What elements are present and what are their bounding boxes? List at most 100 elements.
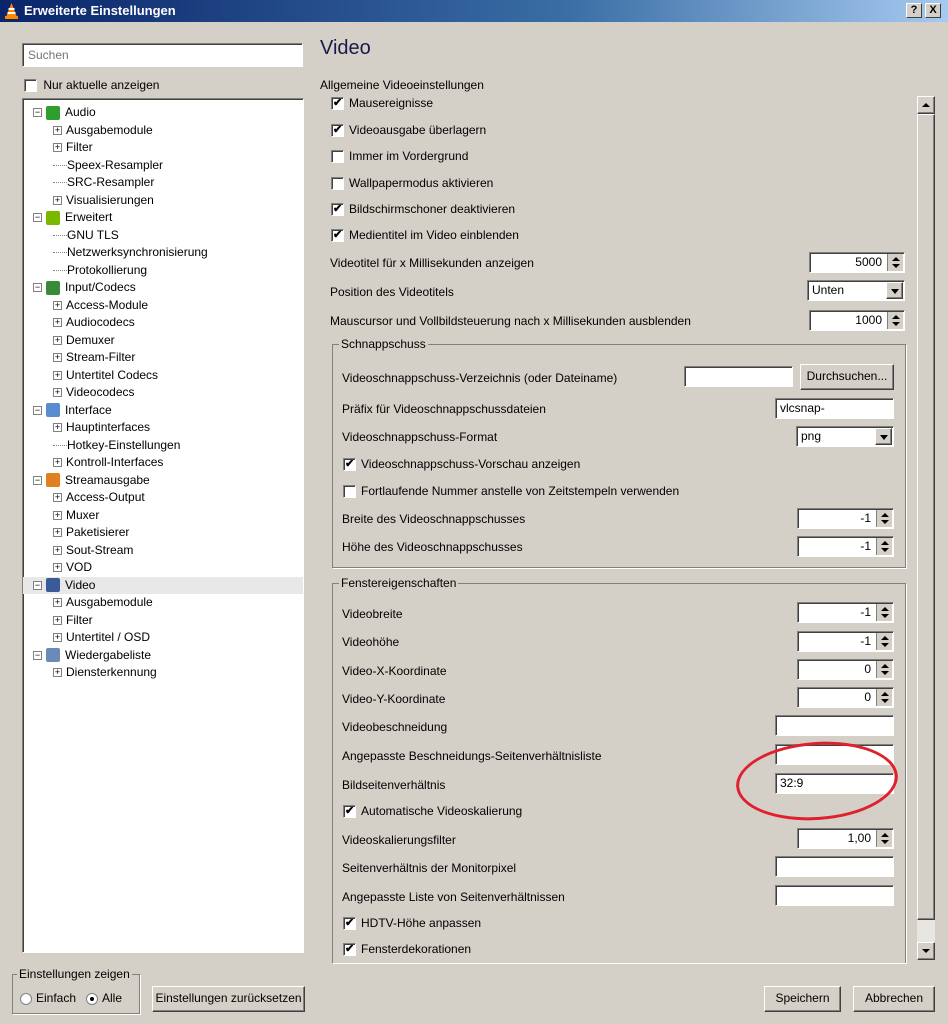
tree-item[interactable]: − Streamausgabe (23, 472, 303, 489)
scrollbar-thumb[interactable] (917, 114, 935, 920)
tree-item[interactable]: Protokollierung (23, 262, 303, 279)
mode-simple-option[interactable]: Einfach (20, 991, 76, 1005)
tree-item[interactable]: + Ausgabemodule (23, 122, 303, 139)
expand-icon[interactable]: + (53, 143, 62, 153)
tree-item[interactable]: SRC-Resampler (23, 174, 303, 191)
mode-all-option[interactable]: Alle (86, 991, 122, 1005)
tree-item[interactable]: + Kontroll-Interfaces (23, 454, 303, 471)
snapshot-prefix-input[interactable]: vlcsnap- (775, 398, 894, 419)
snapshot-width-spinbox[interactable]: -1 (797, 508, 894, 529)
snapshot-format-select[interactable]: png (796, 426, 894, 447)
tree-item[interactable]: + Demuxer (23, 332, 303, 349)
scroll-down-button[interactable] (917, 942, 935, 960)
expand-icon[interactable]: + (53, 388, 62, 398)
mode-all-radio[interactable] (86, 992, 98, 1005)
save-button[interactable]: Speichern (764, 986, 841, 1012)
search-input[interactable] (22, 43, 303, 67)
snapshot-sequential-option[interactable]: Fortlaufende Nummer anstelle von Zeitste… (343, 484, 679, 499)
title-pos-select[interactable]: Unten (807, 280, 905, 301)
expand-icon[interactable]: + (53, 423, 62, 433)
tree-item[interactable]: + Access-Module (23, 297, 303, 314)
autoscale-option[interactable]: Automatische Videoskalierung (343, 804, 522, 819)
tree-item[interactable]: + Visualisierungen (23, 192, 303, 209)
snapshot-sequential-checkbox[interactable] (343, 485, 356, 499)
snapshot-dir-input[interactable] (684, 366, 793, 387)
only-current-checkbox[interactable] (24, 79, 37, 93)
collapse-icon[interactable]: − (33, 580, 42, 590)
general-option-checkbox[interactable] (331, 203, 344, 217)
spin-arrows-icon[interactable] (876, 830, 892, 847)
chevron-down-icon[interactable] (875, 428, 892, 445)
general-option[interactable]: Medientitel im Video einblenden (331, 228, 519, 243)
browse-button[interactable]: Durchsuchen... (800, 364, 894, 390)
video-width-spinbox[interactable]: -1 (797, 602, 894, 623)
collapse-icon[interactable]: − (33, 650, 42, 660)
tree-item[interactable]: + VOD (23, 559, 303, 576)
scroll-up-button[interactable] (917, 96, 935, 114)
spin-arrows-icon[interactable] (876, 538, 892, 555)
general-option-checkbox[interactable] (331, 229, 344, 243)
spin-arrows-icon[interactable] (876, 604, 892, 621)
crop-input[interactable] (775, 715, 894, 736)
expand-icon[interactable]: + (53, 195, 62, 205)
expand-icon[interactable]: + (53, 370, 62, 380)
expand-icon[interactable]: + (53, 125, 62, 135)
collapse-icon[interactable]: − (33, 213, 42, 223)
tree-item[interactable]: + Muxer (23, 507, 303, 524)
chevron-down-icon[interactable] (886, 282, 903, 299)
general-option-checkbox[interactable] (331, 97, 344, 111)
general-option-checkbox[interactable] (331, 177, 344, 191)
vertical-scrollbar[interactable] (917, 96, 935, 960)
tree-item[interactable]: GNU TLS (23, 227, 303, 244)
tree-item[interactable]: + Videocodecs (23, 384, 303, 401)
general-option[interactable]: Bildschirmschoner deaktivieren (331, 202, 515, 217)
spin-arrows-icon[interactable] (887, 254, 903, 271)
collapse-icon[interactable]: − (33, 475, 42, 485)
collapse-icon[interactable]: − (33, 405, 42, 415)
video-height-spinbox[interactable]: -1 (797, 631, 894, 652)
expand-icon[interactable]: + (53, 510, 62, 520)
title-ms-spinbox[interactable]: 5000 (809, 252, 905, 273)
tree-item[interactable]: Speex-Resampler (23, 157, 303, 174)
tree-item[interactable]: + Paketisierer (23, 524, 303, 541)
snapshot-preview-checkbox[interactable] (343, 458, 356, 472)
tree-item[interactable]: + Access-Output (23, 489, 303, 506)
expand-icon[interactable]: + (53, 598, 62, 608)
tree-item[interactable]: Hotkey-Einstellungen (23, 437, 303, 454)
general-option[interactable]: Wallpapermodus aktivieren (331, 176, 493, 191)
settings-tree[interactable]: − Audio + Ausgabemodule + Filter Speex-Resampl… (22, 98, 304, 953)
expand-icon[interactable]: + (53, 493, 62, 503)
tree-item[interactable]: + Sout-Stream (23, 542, 303, 559)
snapshot-preview-option[interactable]: Videoschnappschuss-Vorschau anzeigen (343, 457, 580, 472)
expand-icon[interactable]: + (53, 318, 62, 328)
spin-arrows-icon[interactable] (887, 312, 903, 329)
tree-item[interactable]: + Audiocodecs (23, 314, 303, 331)
mouse-hide-spinbox[interactable]: 1000 (809, 310, 905, 331)
help-button[interactable]: ? (906, 3, 922, 18)
tree-item[interactable]: + Stream-Filter (23, 349, 303, 366)
tree-item[interactable]: − Interface (23, 402, 303, 419)
tree-item[interactable]: Netzwerksynchronisierung (23, 244, 303, 261)
tree-item[interactable]: − Input/Codecs (23, 279, 303, 296)
hdtv-checkbox[interactable] (343, 917, 356, 931)
cancel-button[interactable]: Abbrechen (853, 986, 935, 1012)
general-option-checkbox[interactable] (331, 124, 344, 138)
hdtv-option[interactable]: HDTV-Höhe anpassen (343, 916, 481, 931)
spin-arrows-icon[interactable] (876, 689, 892, 706)
expand-icon[interactable]: + (53, 668, 62, 678)
spin-arrows-icon[interactable] (876, 510, 892, 527)
tree-item[interactable]: − Video (23, 576, 303, 594)
general-option[interactable]: Mausereignisse (331, 96, 433, 111)
video-x-spinbox[interactable]: 0 (797, 659, 894, 680)
tree-item[interactable]: − Erweitert (23, 209, 303, 226)
only-current-toggle[interactable]: Nur aktuelle anzeigen (24, 78, 159, 93)
general-option[interactable]: Immer im Vordergrund (331, 149, 468, 164)
close-button[interactable]: X (925, 3, 941, 18)
mode-simple-radio[interactable] (20, 992, 32, 1005)
general-option-checkbox[interactable] (331, 150, 344, 164)
snapshot-height-spinbox[interactable]: -1 (797, 536, 894, 557)
tree-item[interactable]: + Diensterkennung (23, 664, 303, 681)
autoscale-checkbox[interactable] (343, 805, 356, 819)
decorations-option[interactable]: Fensterdekorationen (343, 942, 471, 957)
tree-item[interactable]: − Wiedergabeliste (23, 647, 303, 664)
